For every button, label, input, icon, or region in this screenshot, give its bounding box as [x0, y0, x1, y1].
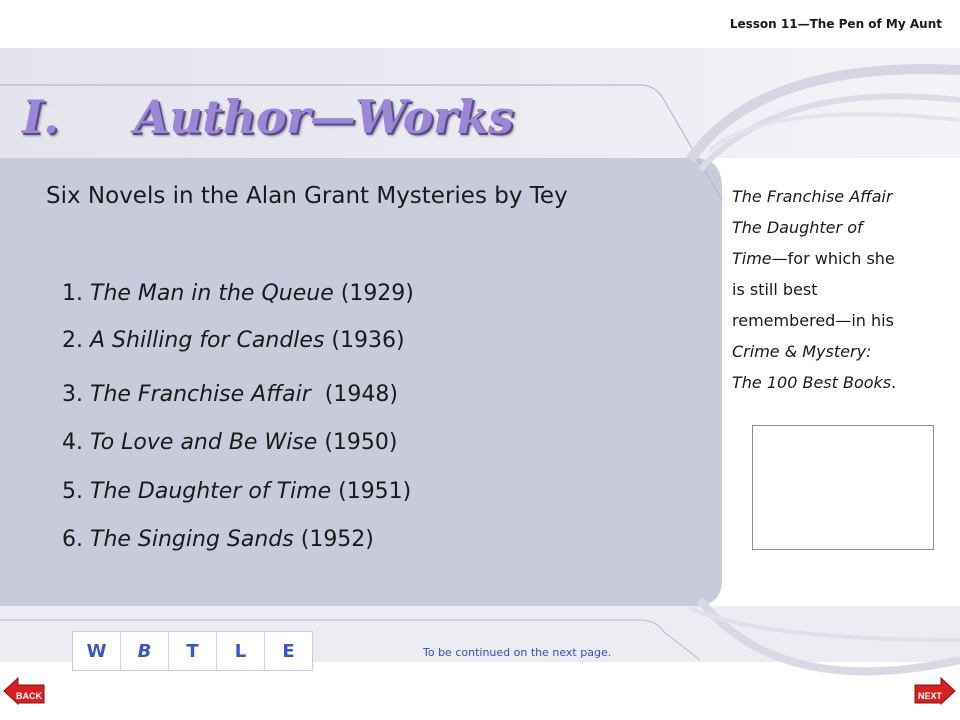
back-label: BACK [16, 691, 42, 701]
next-label: NEXT [918, 691, 943, 701]
back-button[interactable]: BACK [2, 676, 46, 706]
novel-year: (1952) [300, 527, 374, 552]
next-button[interactable]: NEXT [913, 676, 957, 706]
novel-title: The Franchise Affair [90, 382, 311, 407]
side-line-3-rest: —for which she [771, 249, 895, 268]
novel-title: To Love and Be Wise [90, 430, 318, 455]
side-line-1: The Franchise Affair [732, 187, 893, 206]
side-line-7-rest: . [891, 373, 897, 392]
novel-title: The Daughter of Time [90, 479, 332, 504]
novel-year: (1951) [338, 479, 412, 504]
slide-title: I. Author—Works [22, 90, 514, 144]
next-arrow-icon: NEXT [914, 676, 956, 706]
nav-button-w[interactable]: W [73, 632, 121, 670]
novel-item: 5. The Daughter of Time (1951) [62, 479, 411, 504]
side-line-3-italic: Time [732, 249, 772, 268]
continued-note: To be continued on the next page. [423, 646, 612, 659]
section-nav: W B T L E [72, 631, 313, 671]
nav-button-t[interactable]: T [169, 632, 217, 670]
novel-number: 4. [62, 430, 83, 455]
novels-subtitle: Six Novels in the Alan Grant Mysteries b… [46, 183, 568, 209]
novel-number: 5. [62, 479, 83, 504]
novel-year: (1948) [324, 382, 398, 407]
side-line-5: remembered—in his [732, 311, 894, 330]
novel-number: 2. [62, 328, 83, 353]
novel-year: (1936) [331, 328, 405, 353]
back-arrow-icon: BACK [3, 676, 45, 706]
lesson-header: Lesson 11—The Pen of My Aunt [729, 17, 942, 31]
side-line-6: Crime & Mystery: [732, 342, 872, 361]
side-line-2: The Daughter of [732, 218, 863, 237]
nav-button-b[interactable]: B [121, 632, 169, 670]
side-line-4: is still best [732, 280, 818, 299]
novel-number: 3. [62, 382, 83, 407]
nav-button-l[interactable]: L [217, 632, 265, 670]
author-photo-placeholder [752, 425, 934, 550]
novel-year: (1950) [324, 430, 398, 455]
novel-title: The Man in the Queue [90, 281, 334, 306]
novel-title: The Singing Sands [90, 527, 294, 552]
novel-number: 6. [62, 527, 83, 552]
side-note: The Franchise Affair The Daughter of Tim… [732, 181, 954, 398]
novel-year: (1929) [340, 281, 414, 306]
nav-button-e[interactable]: E [265, 632, 312, 670]
novel-title: A Shilling for Candles [90, 328, 325, 353]
novel-number: 1. [62, 281, 83, 306]
side-line-7-italic: The 100 Best Books [732, 373, 892, 392]
novel-item: 2. A Shilling for Candles (1936) [62, 328, 405, 353]
novel-item: 4. To Love and Be Wise (1950) [62, 430, 397, 455]
novel-item: 6. The Singing Sands (1952) [62, 527, 374, 552]
novel-item: 3. The Franchise Affair (1948) [62, 382, 398, 407]
novel-item: 1. The Man in the Queue (1929) [62, 281, 414, 306]
title-number: I. [22, 90, 59, 144]
title-text: Author—Works [134, 90, 514, 144]
